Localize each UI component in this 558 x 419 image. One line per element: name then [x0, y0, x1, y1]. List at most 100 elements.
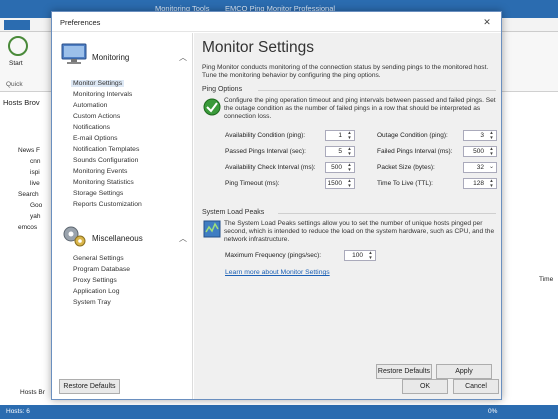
- ribbon-group-label: Quick: [6, 81, 23, 88]
- field-value: 1500: [327, 180, 342, 187]
- field-value: 5: [338, 148, 342, 155]
- failed-pings-interval-label: Failed Pings Interval (ms):: [377, 148, 453, 155]
- nav-item-custom-actions[interactable]: Custom Actions: [73, 113, 120, 120]
- spinner-icon[interactable]: ▲ ▼: [345, 178, 354, 188]
- preferences-nav: Monitoring ︿ Monitor Settings Monitoring…: [53, 33, 193, 399]
- availability-condition-input[interactable]: 1 ▲ ▼: [325, 130, 355, 141]
- ping-timeout-input[interactable]: 1500 ▲ ▼: [325, 178, 355, 189]
- field-value: 32: [476, 164, 484, 171]
- cancel-button[interactable]: Cancel: [453, 379, 499, 394]
- nav-section-monitoring[interactable]: Monitoring ︿: [61, 43, 189, 69]
- system-load-description: The System Load Peaks settings allow you…: [224, 220, 495, 243]
- bottom-tab[interactable]: Hosts Br: [20, 389, 45, 396]
- restore-defaults-button[interactable]: Restore Defaults: [376, 364, 432, 379]
- passed-pings-interval-label: Passed Pings Interval (sec):: [225, 148, 306, 155]
- group-divider: [278, 213, 496, 214]
- spinner-icon[interactable]: ▲ ▼: [366, 250, 375, 260]
- nav-section-miscellaneous[interactable]: Miscellaneous ︿: [61, 224, 189, 250]
- field-value: 500: [473, 148, 484, 155]
- nav-item-monitor-settings[interactable]: Monitor Settings: [71, 80, 125, 87]
- failed-pings-interval-input[interactable]: 500 ▲ ▼: [463, 146, 497, 157]
- field-value: 100: [352, 252, 363, 259]
- spinner-icon[interactable]: ▲ ▼: [487, 178, 496, 188]
- ok-button[interactable]: OK: [402, 379, 448, 394]
- tree-node[interactable]: emcos: [18, 224, 37, 231]
- page-intro: Ping Monitor conducts monitoring of the …: [202, 64, 489, 79]
- group-divider: [258, 90, 496, 91]
- time-column-header: Time: [539, 276, 554, 283]
- system-load-group-title: System Load Peaks: [202, 209, 265, 216]
- status-bar: Hosts: 6 0%: [0, 405, 558, 419]
- tree-node[interactable]: News F: [18, 147, 40, 154]
- chevron-up-icon[interactable]: ︿: [179, 233, 187, 244]
- tree-node[interactable]: live: [30, 180, 40, 187]
- spinner-icon[interactable]: ▲ ▼: [345, 146, 354, 156]
- nav-item-sounds-configuration[interactable]: Sounds Configuration: [73, 157, 138, 164]
- field-value: 128: [473, 180, 484, 187]
- ping-icon: [203, 98, 221, 116]
- spinner-icon[interactable]: ▲ ▼: [345, 162, 354, 172]
- nav-section-label: Miscellaneous: [92, 234, 143, 243]
- availability-check-interval-input[interactable]: 500 ▲ ▼: [325, 162, 355, 173]
- packet-size-label: Packet Size (bytes):: [377, 164, 435, 171]
- packet-size-select[interactable]: 32 ⌄: [463, 162, 497, 173]
- nav-item-reports-customization[interactable]: Reports Customization: [73, 201, 142, 208]
- right-panel: Time: [530, 92, 558, 389]
- nav-item-proxy-settings[interactable]: Proxy Settings: [73, 277, 117, 284]
- chevron-down-icon[interactable]: ⌄: [487, 163, 496, 172]
- time-to-live-input[interactable]: 128 ▲ ▼: [463, 178, 497, 189]
- gears-icon: [63, 226, 86, 247]
- nav-item-general-settings[interactable]: General Settings: [73, 255, 124, 262]
- passed-pings-interval-input[interactable]: 5 ▲ ▼: [325, 146, 355, 157]
- max-frequency-label: Maximum Frequency (pings/sec):: [225, 252, 322, 259]
- field-value: 500: [331, 164, 342, 171]
- nav-item-monitoring-intervals[interactable]: Monitoring Intervals: [73, 91, 132, 98]
- availability-check-interval-label: Availability Check Interval (ms):: [225, 164, 316, 171]
- status-progress: 0%: [488, 408, 498, 415]
- nav-item-monitoring-statistics[interactable]: Monitoring Statistics: [73, 179, 134, 186]
- nav-item-program-database[interactable]: Program Database: [73, 266, 130, 273]
- spinner-icon[interactable]: ▲ ▼: [487, 130, 496, 140]
- ribbon-start-label: Start: [9, 60, 23, 67]
- tree-node[interactable]: Search: [18, 191, 39, 198]
- max-frequency-input[interactable]: 100 ▲ ▼: [344, 250, 376, 261]
- spinner-icon[interactable]: ▲ ▼: [487, 146, 496, 156]
- chevron-up-icon[interactable]: ︿: [179, 52, 187, 63]
- nav-item-monitoring-events[interactable]: Monitoring Events: [73, 168, 127, 175]
- nav-item-notification-templates[interactable]: Notification Templates: [73, 146, 139, 153]
- monitor-icon: [61, 43, 87, 64]
- nav-item-email-options[interactable]: E-mail Options: [73, 135, 118, 142]
- field-value: 1: [338, 132, 342, 139]
- tree-node[interactable]: cnn: [30, 158, 40, 165]
- tree-node[interactable]: ispi: [30, 169, 40, 176]
- ping-options-description: Configure the ping operation timeout and…: [224, 97, 496, 120]
- hosts-panel-title: Hosts Brov: [3, 98, 40, 107]
- tree-node[interactable]: yah: [30, 213, 40, 220]
- page-title: Monitor Settings: [202, 39, 314, 56]
- ping-timeout-label: Ping Timeout (ms):: [225, 180, 280, 187]
- nav-item-storage-settings[interactable]: Storage Settings: [73, 190, 123, 197]
- restore-defaults-all-button[interactable]: Restore Defaults: [59, 379, 120, 394]
- preferences-dialog: Preferences ✕ Monitoring ︿ Monitor Setti…: [51, 11, 502, 400]
- file-menu-button[interactable]: [4, 20, 30, 30]
- field-value: 3: [480, 132, 484, 139]
- time-to-live-label: Time To Live (TTL):: [377, 180, 433, 187]
- learn-more-link[interactable]: Learn more about Monitor Settings: [225, 269, 330, 276]
- apply-button[interactable]: Apply: [436, 364, 492, 379]
- nav-item-system-tray[interactable]: System Tray: [73, 299, 111, 306]
- nav-section-label: Monitoring: [92, 53, 130, 62]
- close-icon[interactable]: ✕: [473, 12, 501, 32]
- dialog-title: Preferences: [60, 18, 101, 27]
- ping-options-group-title: Ping Options: [202, 86, 243, 93]
- nav-item-automation[interactable]: Automation: [73, 102, 107, 109]
- start-icon[interactable]: [8, 36, 28, 56]
- nav-item-notifications[interactable]: Notifications: [73, 124, 110, 131]
- dialog-title-bar: Preferences ✕: [52, 12, 501, 32]
- outage-condition-input[interactable]: 3 ▲ ▼: [463, 130, 497, 141]
- spinner-icon[interactable]: ▲ ▼: [345, 130, 354, 140]
- availability-condition-label: Availability Condition (ping):: [225, 132, 306, 139]
- outage-condition-label: Outage Condition (ping):: [377, 132, 448, 139]
- nav-item-application-log[interactable]: Application Log: [73, 288, 119, 295]
- system-load-icon: [203, 220, 221, 238]
- tree-node[interactable]: Goo: [30, 202, 42, 209]
